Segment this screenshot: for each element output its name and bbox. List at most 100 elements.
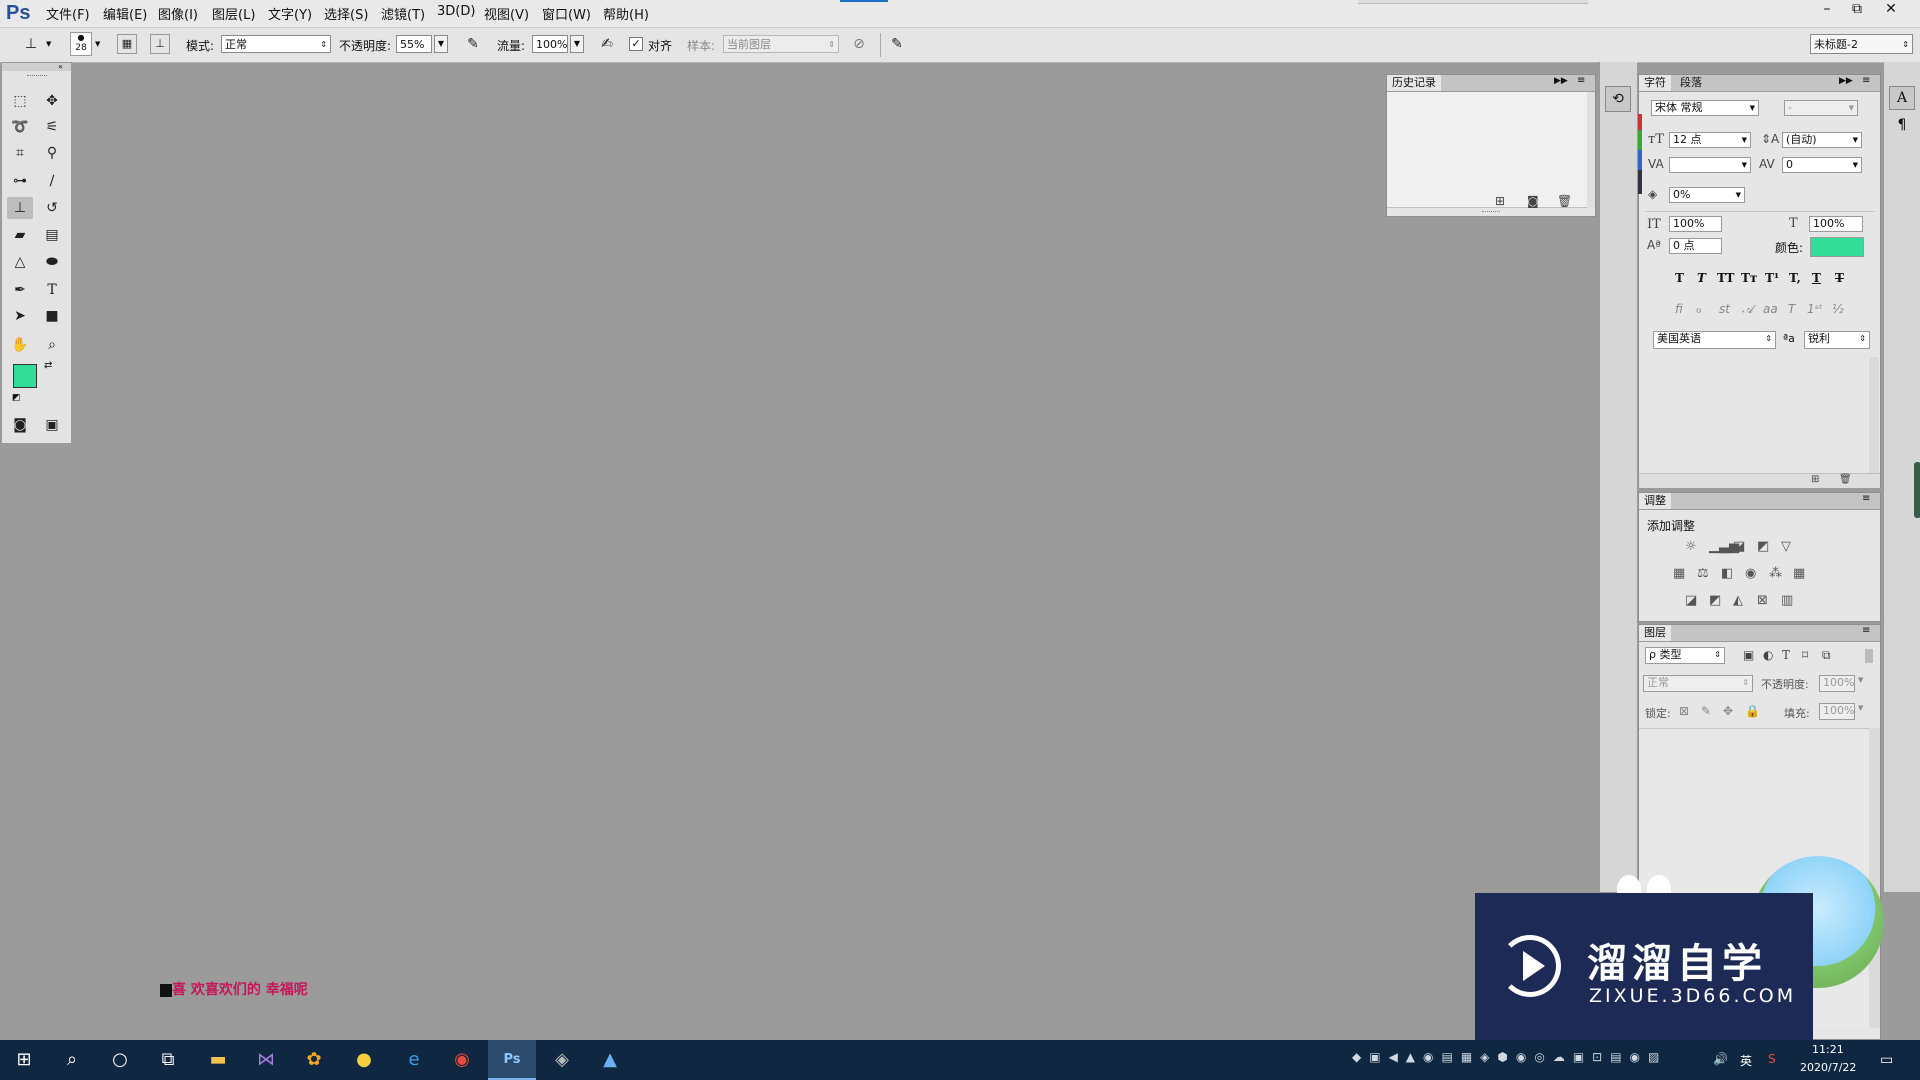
clock-date[interactable]: 2020/7/22 [1800, 1061, 1856, 1074]
font-style-select[interactable]: - ▼ [1784, 100, 1858, 116]
lock-position-icon[interactable]: ✥ [1723, 704, 1733, 718]
quick-mask-icon[interactable]: ◙ [7, 414, 33, 436]
clock-time[interactable]: 11:21 [1812, 1043, 1844, 1056]
titling-alternates-icon[interactable]: T [1788, 302, 1795, 316]
discretionary-ligatures-icon[interactable]: st [1719, 302, 1730, 316]
fill-input[interactable]: 100% [1819, 703, 1855, 720]
panel-menu-icon[interactable]: ≡ [1862, 493, 1870, 504]
language-select[interactable]: 美国英语 ⇕ [1653, 331, 1776, 349]
posterize-icon[interactable]: ◩ [1709, 593, 1721, 608]
sample-select[interactable]: 当前图层 ⇕ [723, 35, 839, 53]
swash-icon[interactable]: 𝒜 [1742, 302, 1753, 317]
photo-filter-icon[interactable]: ◉ [1745, 566, 1756, 581]
threshold-icon[interactable]: ◭ [1733, 593, 1743, 608]
menu-window[interactable]: 窗口(W) [542, 4, 591, 23]
file-explorer-icon[interactable]: ▬ [194, 1040, 242, 1080]
history-dock-icon[interactable]: ⟲ [1605, 86, 1631, 112]
leading-input[interactable]: (自动) ▼ [1782, 132, 1862, 148]
photoshop-taskbar-icon[interactable]: Ps [488, 1040, 536, 1080]
pressure-size-icon[interactable]: ✎ [886, 34, 908, 54]
baseline-shift-input[interactable]: 0 点 [1669, 238, 1722, 254]
chevron-down-icon[interactable]: ▼ [1858, 676, 1863, 684]
curves-icon[interactable]: ◪ [1733, 539, 1745, 554]
quick-select-tool-icon[interactable]: ⚟ [39, 116, 65, 138]
menu-select[interactable]: 选择(S) [324, 4, 368, 23]
color-balance-icon[interactable]: ⚖ [1697, 566, 1709, 581]
lasso-tool-icon[interactable]: ➰ [7, 116, 33, 138]
start-button[interactable]: ⊞ [0, 1040, 48, 1080]
grip-icon[interactable] [27, 75, 47, 78]
gradient-tool-icon[interactable]: ▤ [39, 224, 65, 246]
visual-studio-icon[interactable]: ⋈ [242, 1040, 290, 1080]
hue-saturation-icon[interactable]: ▦ [1673, 566, 1685, 581]
layer-filter-select[interactable]: ρ 类型 ⇕ [1645, 647, 1725, 664]
pressure-opacity-icon[interactable]: ✎ [462, 34, 484, 54]
faux-italic-icon[interactable]: T [1697, 271, 1706, 285]
default-colors-icon[interactable]: ◩ [12, 393, 21, 403]
layer-opacity-input[interactable]: 100% [1819, 675, 1855, 692]
color-lookup-icon[interactable]: ▦ [1793, 566, 1805, 581]
workspace-select[interactable]: 未标题-2 ⇕ [1810, 34, 1913, 54]
new-style-icon[interactable]: ⊞ [1811, 474, 1819, 485]
menu-image[interactable]: 图像(I) [158, 4, 198, 23]
lock-transparent-icon[interactable]: ⊠ [1679, 704, 1689, 718]
dodge-tool-icon[interactable]: ⬬ [39, 251, 65, 273]
exposure-icon[interactable]: ◩ [1757, 539, 1769, 554]
small-caps-icon[interactable]: Tᴛ [1741, 271, 1757, 285]
text-color-swatch[interactable] [1810, 237, 1864, 257]
panel-menu-icon[interactable]: ≡ [1577, 75, 1585, 86]
airbrush-icon[interactable]: ✍ [596, 34, 618, 54]
channel-mixer-icon[interactable]: ⁂ [1769, 566, 1782, 581]
move-tool-icon[interactable]: ✥ [39, 90, 65, 112]
panel-menu-icon[interactable]: ≡ [1862, 625, 1870, 636]
toggle-clone-source-icon[interactable]: ⊥ [150, 34, 170, 54]
eraser-tool-icon[interactable]: ▰ [7, 224, 33, 246]
menu-layer[interactable]: 图层(L) [212, 4, 255, 23]
toggle-brush-panel-icon[interactable]: ▦ [117, 34, 137, 54]
sogou-icon[interactable]: S [1768, 1052, 1776, 1066]
font-size-input[interactable]: 12 点 ▼ [1669, 132, 1751, 148]
brightness-contrast-icon[interactable]: ☼ [1685, 539, 1697, 554]
vibrance-icon[interactable]: ▽ [1781, 539, 1791, 554]
underline-icon[interactable]: T [1812, 271, 1821, 285]
tab-adjustments[interactable]: 调整 [1639, 493, 1671, 509]
resize-grip-icon[interactable] [1482, 211, 1500, 214]
scroll-handle[interactable] [1914, 462, 1920, 518]
lock-pixels-icon[interactable]: ✎ [1701, 704, 1711, 718]
spot-healing-tool-icon[interactable]: ⊶ [7, 170, 33, 192]
opacity-dropdown-icon[interactable]: ▼ [434, 35, 448, 53]
faux-bold-icon[interactable]: T [1675, 271, 1684, 285]
zoom-tool-icon[interactable]: ⌕ [39, 334, 65, 356]
tsume-input[interactable]: 0% ▼ [1669, 187, 1745, 203]
brush-tool-icon[interactable]: ∕ [39, 170, 65, 192]
app-gray-icon[interactable]: ◈ [538, 1040, 586, 1080]
tab-layers[interactable]: 图层 [1639, 625, 1671, 641]
marquee-tool-icon[interactable]: ⬚ [7, 90, 33, 112]
tab-history[interactable]: 历史记录 [1387, 75, 1441, 91]
history-scrollbar[interactable] [1587, 92, 1595, 207]
filter-pixel-icon[interactable]: ▣ [1743, 648, 1754, 662]
canvas-text[interactable]: 喜 欢喜欢们的 幸福呢 [160, 979, 308, 998]
filter-adjustment-icon[interactable]: ◐ [1763, 648, 1773, 662]
gradient-map-icon[interactable]: ▥ [1781, 593, 1793, 608]
flow-input[interactable]: 100% [532, 35, 568, 53]
filter-shape-icon[interactable]: ⌑ [1802, 648, 1808, 662]
character-scrollbar[interactable] [1869, 357, 1879, 475]
history-list[interactable] [1387, 92, 1587, 208]
ligatures-icon[interactable]: ﬁ [1675, 302, 1683, 316]
ime-indicator[interactable]: 英 [1740, 1052, 1752, 1069]
volume-icon[interactable]: 🔊 [1713, 1052, 1728, 1066]
minimize-button[interactable]: – [1812, 0, 1842, 18]
blur-tool-icon[interactable]: △ [7, 251, 33, 273]
filter-toggle[interactable] [1865, 649, 1873, 663]
stylistic-alternates-icon[interactable]: aa [1763, 302, 1778, 316]
app-orange-icon[interactable]: ✿ [290, 1040, 338, 1080]
superscript-icon[interactable]: T¹ [1765, 271, 1779, 285]
clone-stamp-tool-icon[interactable]: ⊥ [7, 197, 33, 219]
invert-icon[interactable]: ◪ [1685, 593, 1697, 608]
brush-dropdown-icon[interactable]: ▼ [95, 40, 100, 48]
task-view-icon[interactable]: ⧉ [144, 1040, 192, 1080]
screen-mode-icon[interactable]: ▣ [39, 414, 65, 436]
collapse-icon[interactable]: « [58, 62, 63, 71]
menu-type[interactable]: 文字(Y) [268, 4, 312, 23]
